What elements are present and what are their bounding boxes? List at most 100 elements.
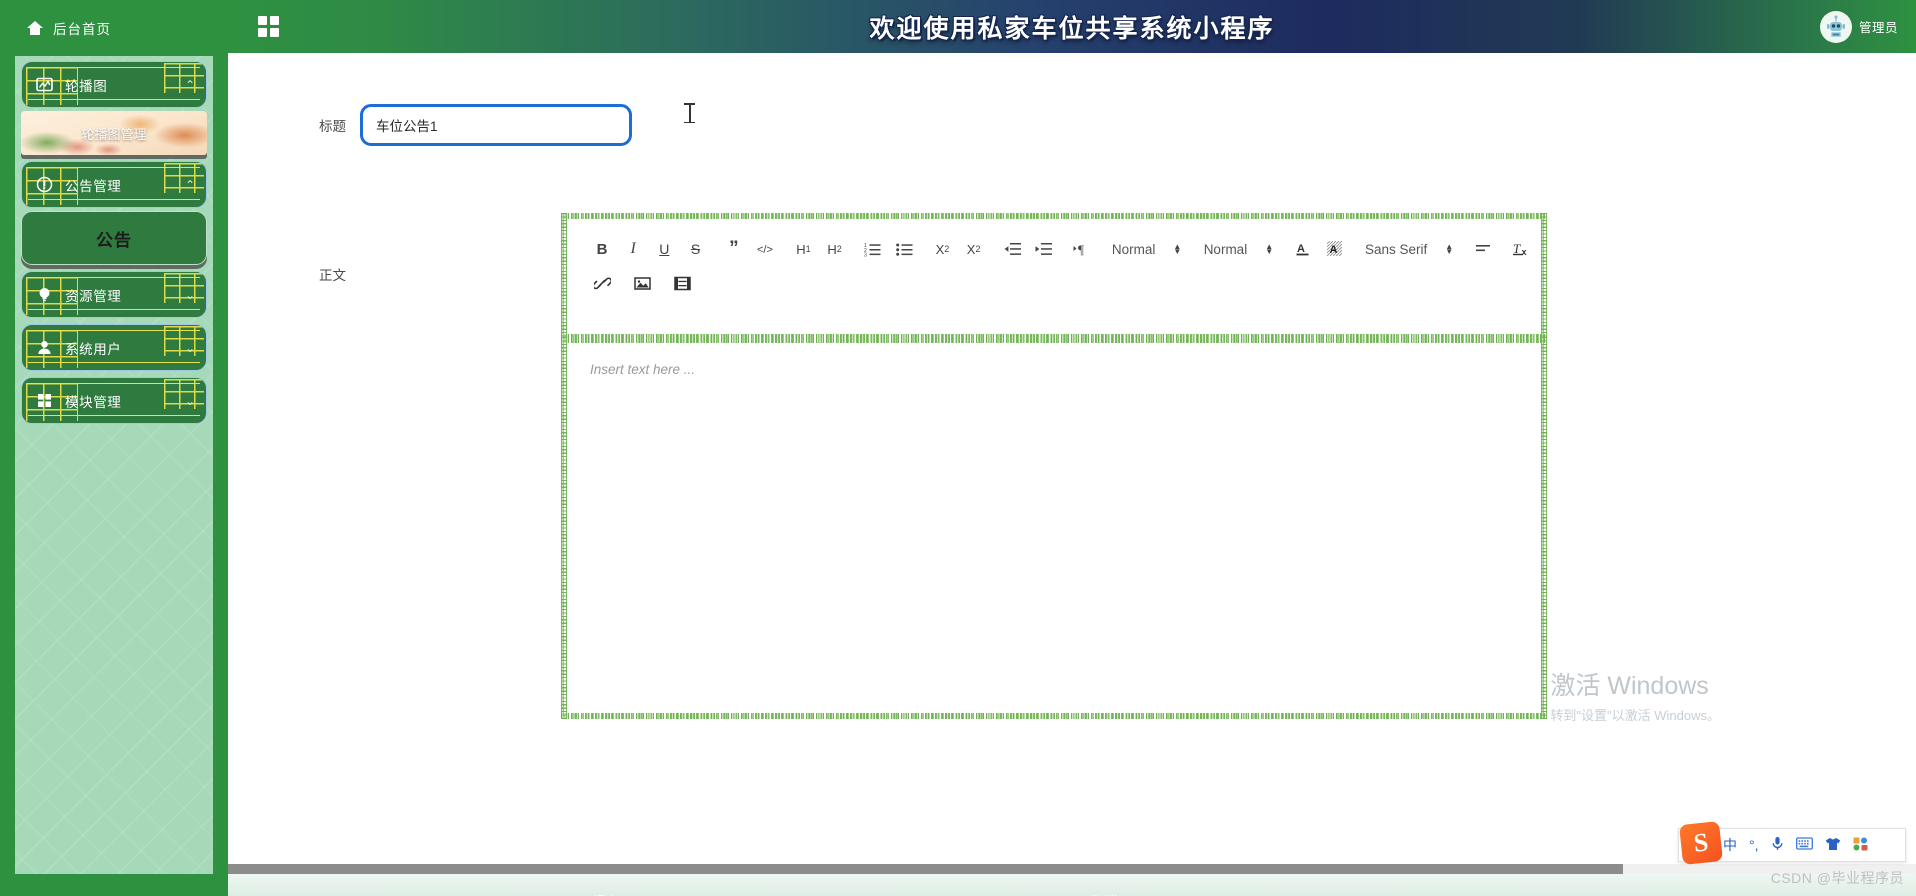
sidebar-subitem-notice[interactable]: 公告 xyxy=(21,211,207,265)
main-content: 标题 正文 B I U S ” xyxy=(228,53,1916,896)
toolbox-icon[interactable] xyxy=(1853,837,1868,854)
font-size-select[interactable]: Normal ▲ ▼ xyxy=(1200,242,1277,257)
cancel-button-label: 取消 xyxy=(1091,891,1117,896)
insert-image-icon[interactable] xyxy=(630,271,654,295)
superscript-icon[interactable]: X2 xyxy=(962,237,986,261)
microphone-icon[interactable] xyxy=(1771,836,1784,854)
sidebar-group-carousel: 轮播图 ⌃ 轮播图管理 xyxy=(21,61,207,155)
sidebar-subitem-carousel-manage[interactable]: 轮播图管理 xyxy=(21,111,207,155)
user-icon xyxy=(35,338,54,357)
outdent-icon[interactable] xyxy=(1000,237,1024,261)
grid-menu-icon[interactable] xyxy=(258,15,280,38)
clear-format-icon[interactable]: Tx xyxy=(1510,237,1534,261)
sidebar-item-resource-manage[interactable]: 资源管理 ⌄ xyxy=(21,271,207,318)
app-root: 后台首页 轮播图 ⌃ 轮播图管理 公告管理 ⌃ 公告 资源管理 ⌄ 系统用户 ⌄… xyxy=(0,0,1916,896)
deco-line-bottom xyxy=(28,198,200,200)
user-menu[interactable]: 管理员 xyxy=(1819,0,1898,53)
keyboard-icon[interactable] xyxy=(1795,837,1813,853)
user-name-label: 管理员 xyxy=(1858,21,1898,35)
sidebar-item-label: 系统用户 xyxy=(65,341,122,357)
ime-mode-button[interactable]: 中 xyxy=(1723,835,1737,855)
text-direction-icon[interactable]: ¶ xyxy=(1070,237,1094,261)
blockquote-icon[interactable]: ” xyxy=(722,237,746,261)
tshirt-icon[interactable] xyxy=(1825,837,1841,854)
top-header: 欢迎使用私家车位共享系统小程序 管理员 xyxy=(228,0,1916,53)
submit-button-label: 提交 xyxy=(593,891,619,896)
bullet-list-icon[interactable] xyxy=(892,237,916,261)
sidebar-item-label: 轮播图 xyxy=(65,78,108,94)
sidebar-bottom-fill xyxy=(0,874,228,896)
scrollbar-thumb[interactable] xyxy=(228,864,1623,874)
robot-avatar-icon xyxy=(1819,10,1852,43)
text-color-icon[interactable]: A xyxy=(1291,237,1315,261)
editor-toolbar-inner: B I U S ” </> H1 H 2 1 2 3 X 2 X 2 ¶ Nor… xyxy=(566,218,1542,300)
heading-1-icon[interactable]: H1 xyxy=(791,237,815,261)
horizontal-scrollbar[interactable] xyxy=(228,864,1916,874)
subscript-icon[interactable]: X2 xyxy=(930,237,954,261)
sidebar-group-modules: 模块管理 ⌄ xyxy=(21,377,207,424)
sidebar-item-module-manage[interactable]: 模块管理 ⌄ xyxy=(21,377,207,424)
title-field-label: 标题 xyxy=(319,119,346,134)
toolbar-row-2 xyxy=(590,266,1534,300)
content-field-label: 正文 xyxy=(319,268,346,283)
deco-line-bottom xyxy=(28,361,200,363)
ime-toolbar[interactable]: S 中 °, xyxy=(1678,821,1906,865)
background-color-icon[interactable]: A xyxy=(1323,237,1347,261)
home-icon xyxy=(27,20,43,36)
font-family-select-value: Sans Serif xyxy=(1365,241,1428,257)
chevron-updown-icon: ▲ ▼ xyxy=(1445,242,1454,256)
editor-placeholder: Insert text here ... xyxy=(590,362,696,377)
chevron-down-icon: ⌄ xyxy=(184,287,195,302)
title-form-row: 标题 xyxy=(290,104,632,146)
bottom-strip xyxy=(0,874,1916,896)
sidebar-subitem-label: 轮播图管理 xyxy=(81,126,147,142)
deco-line-top xyxy=(28,167,200,169)
chevron-up-icon: ⌃ xyxy=(184,77,195,92)
font-family-select[interactable]: Sans Serif ▲ ▼ xyxy=(1361,242,1457,257)
ime-punctuation-button[interactable]: °, xyxy=(1749,837,1759,853)
grid-blocks-icon xyxy=(35,391,54,410)
chevron-down-icon: ⌄ xyxy=(184,340,195,355)
sidebar: 后台首页 轮播图 ⌃ 轮播图管理 公告管理 ⌃ 公告 资源管理 ⌄ 系统用户 ⌄… xyxy=(0,0,228,896)
svg-text:x: x xyxy=(1521,247,1526,257)
sidebar-subitem-label: 公告 xyxy=(96,230,132,250)
underline-icon[interactable]: U xyxy=(652,237,676,261)
chevron-down-icon: ⌄ xyxy=(184,393,195,408)
sogou-logo-icon[interactable]: S xyxy=(1679,821,1723,865)
svg-text:¶: ¶ xyxy=(1078,242,1084,256)
text-cursor-icon xyxy=(684,103,696,123)
sidebar-item-label: 模块管理 xyxy=(65,394,122,410)
deco-line-top xyxy=(28,383,200,385)
font-size-select-value: Normal xyxy=(1203,241,1248,257)
heading-select-value: Normal xyxy=(1111,241,1156,257)
editor-content-area[interactable]: Insert text here ... xyxy=(561,337,1547,719)
italic-icon[interactable]: I xyxy=(621,237,645,261)
sidebar-home-label: 后台首页 xyxy=(53,22,111,37)
toolbar-row-1: B I U S ” </> H1 H 2 1 2 3 X 2 X 2 ¶ Nor… xyxy=(590,232,1534,266)
indent-icon[interactable] xyxy=(1031,237,1055,261)
chevron-updown-icon: ▲ ▼ xyxy=(1173,242,1182,256)
sidebar-menu: 轮播图 ⌃ 轮播图管理 公告管理 ⌃ 公告 资源管理 ⌄ 系统用户 ⌄ 模块管理… xyxy=(15,56,213,896)
deco-line-bottom xyxy=(28,308,200,310)
chevron-up-icon: ⌃ xyxy=(184,177,195,192)
align-icon[interactable] xyxy=(1472,237,1496,261)
code-block-icon[interactable]: </> xyxy=(753,237,777,261)
sidebar-item-carousel[interactable]: 轮播图 ⌃ xyxy=(21,61,207,108)
sidebar-group-resource: 资源管理 ⌄ xyxy=(21,271,207,318)
sidebar-item-system-users[interactable]: 系统用户 ⌄ xyxy=(21,324,207,371)
insert-video-icon[interactable] xyxy=(670,271,694,295)
sidebar-item-notice-manage[interactable]: 公告管理 ⌃ xyxy=(21,161,207,208)
sidebar-group-notice: 公告管理 ⌃ 公告 xyxy=(21,161,207,265)
editor-inner[interactable]: Insert text here ... xyxy=(566,342,1542,714)
ordered-list-icon[interactable]: 123 xyxy=(861,237,885,261)
svg-text:A: A xyxy=(1297,243,1305,255)
link-icon[interactable] xyxy=(590,271,614,295)
svg-text:T: T xyxy=(1513,241,1521,256)
bold-icon[interactable]: B xyxy=(590,237,614,261)
title-input[interactable] xyxy=(360,104,632,146)
heading-select[interactable]: Normal ▲ ▼ xyxy=(1108,242,1185,257)
heading-2-icon[interactable]: H2 xyxy=(823,237,847,261)
deco-line-top xyxy=(28,67,200,69)
sidebar-home-link[interactable]: 后台首页 xyxy=(0,0,228,56)
strikethrough-icon[interactable]: S xyxy=(684,237,708,261)
